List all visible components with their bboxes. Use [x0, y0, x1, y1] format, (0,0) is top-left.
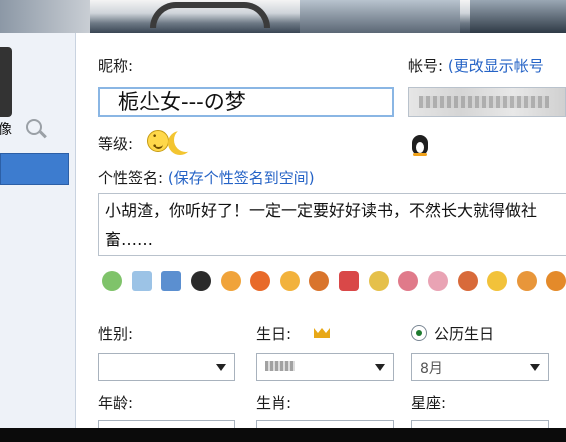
gender-label: 性别: — [98, 325, 134, 343]
emoji-icon[interactable] — [217, 267, 243, 295]
sidebar-item-selected[interactable] — [0, 153, 69, 185]
ava-icon[interactable] — [335, 267, 361, 295]
emoji-toolbar — [98, 267, 566, 295]
emoji-icon[interactable] — [513, 267, 539, 295]
change-account-display-link[interactable]: (更改显示帐号 — [448, 57, 544, 75]
account-field — [408, 87, 566, 117]
emoji-icon[interactable] — [542, 267, 566, 295]
gender-select[interactable] — [98, 353, 235, 381]
year-value-obscured — [265, 361, 295, 371]
signature-textarea[interactable]: 小胡渣，你听好了！一定一定要好好读书，不然长大就得做社畜…… — [98, 193, 566, 256]
avatar-thumbnail[interactable] — [0, 47, 12, 117]
qq-penguin-icon[interactable] — [410, 133, 430, 157]
header-photo-banner — [0, 0, 566, 33]
zodiac-animal-label: 生肖: — [256, 394, 292, 412]
emoji-icon[interactable] — [365, 267, 391, 295]
account-label: 帐号: (更改显示帐号 — [408, 55, 544, 76]
solar-birthday-label: 公历生日 — [434, 325, 495, 343]
signature-label-text: 个性签名: — [98, 169, 164, 187]
moon-level-icon — [174, 128, 198, 152]
smiley-level-icon — [147, 130, 169, 152]
birth-month-value: 8月 — [420, 361, 443, 377]
save-signature-to-space-link[interactable]: (保存个性签名到空间) — [168, 169, 315, 187]
birthday-label: 生日: — [256, 325, 292, 343]
nickname-input[interactable]: 栀尐女---の梦 — [98, 87, 394, 117]
emoji-icon[interactable] — [98, 267, 124, 295]
chevron-down-icon — [375, 364, 385, 371]
chevron-down-icon — [530, 364, 540, 371]
account-label-text: 帐号: — [408, 57, 444, 75]
profile-editor-window: 像 昵称: 栀尐女---の梦 帐号: (更改显示帐号 等级: 个性签名: (保存… — [0, 0, 566, 442]
emoji-icon[interactable] — [276, 267, 302, 295]
emoji-icon[interactable] — [394, 267, 420, 295]
emoji-icon[interactable] — [483, 267, 509, 295]
crown-icon — [314, 324, 330, 338]
search-icon[interactable] — [26, 119, 42, 135]
left-sidebar: 像 — [0, 33, 76, 442]
birth-year-select[interactable] — [256, 353, 394, 381]
birth-month-select[interactable]: 8月 — [411, 353, 549, 381]
constellation-label: 星座: — [411, 394, 447, 412]
card-icon[interactable] — [157, 267, 183, 295]
bottom-edge — [0, 428, 566, 442]
emoji-icon[interactable] — [424, 267, 450, 295]
level-label: 等级: — [98, 135, 134, 153]
emoji-icon[interactable] — [454, 267, 480, 295]
chevron-down-icon — [216, 364, 226, 371]
solar-birthday-radio[interactable] — [411, 325, 427, 341]
emoji-icon[interactable] — [246, 267, 272, 295]
mail-icon[interactable] — [128, 267, 154, 295]
age-label: 年龄: — [98, 394, 134, 412]
sidebar-label: 像 — [0, 122, 12, 138]
signature-label: 个性签名: (保存个性签名到空间) — [98, 167, 315, 188]
nickname-label: 昵称: — [98, 57, 134, 75]
emoji-icon[interactable] — [305, 267, 331, 295]
penguin-icon[interactable] — [187, 267, 213, 295]
